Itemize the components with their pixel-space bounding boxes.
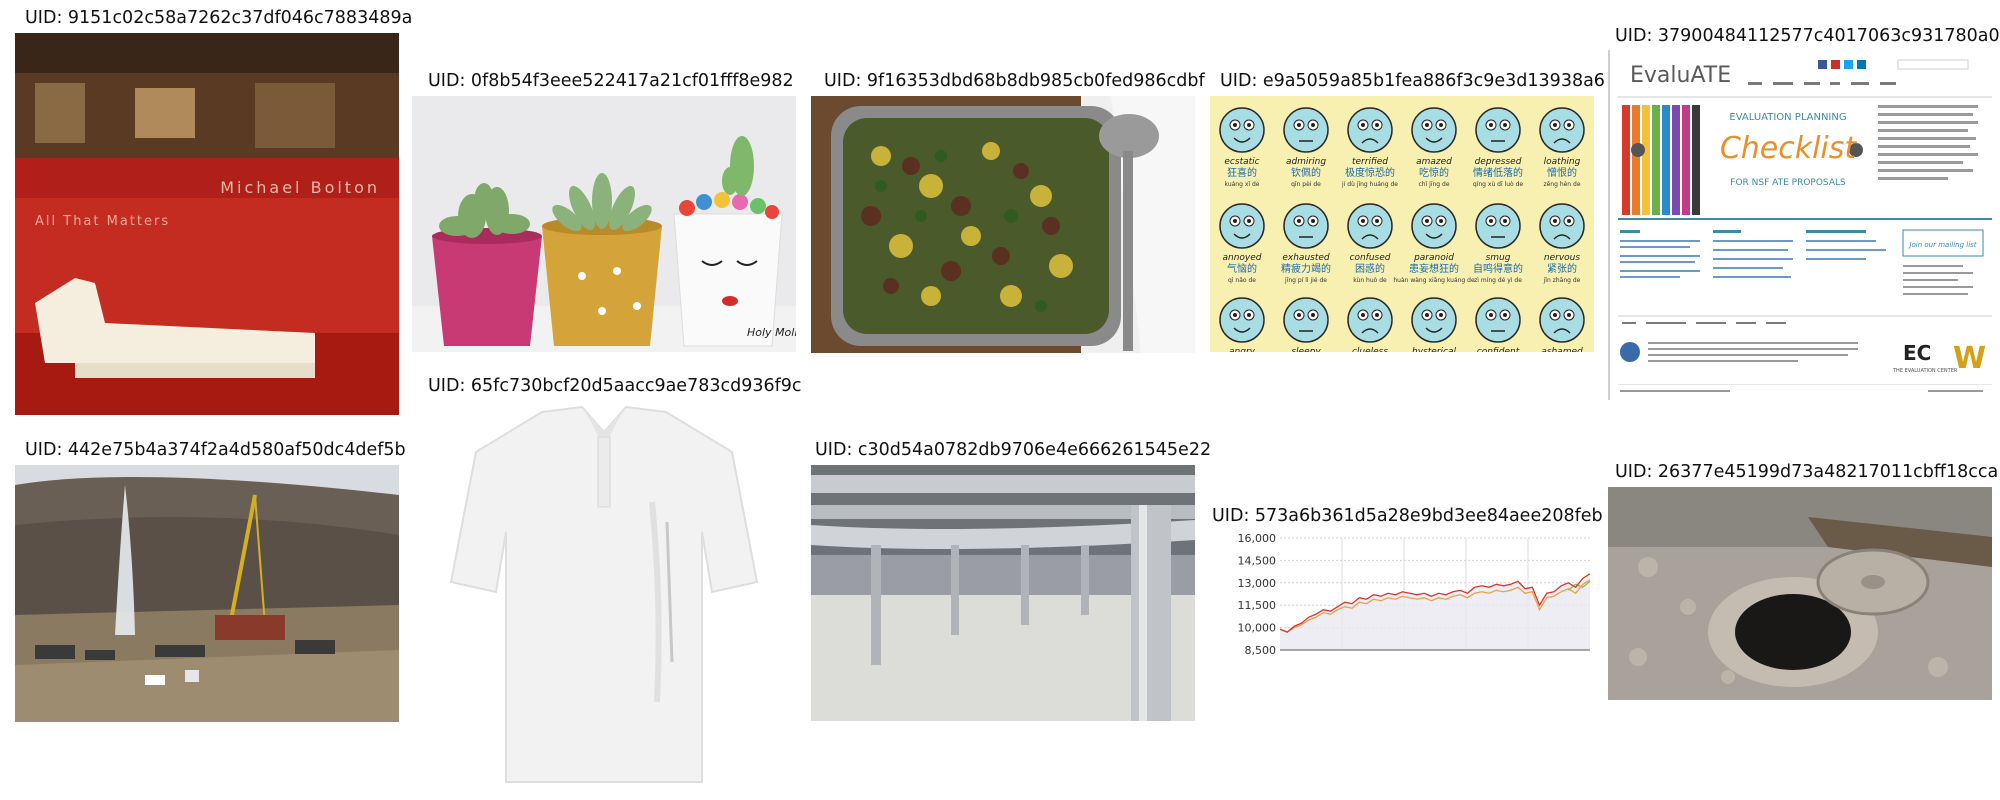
- emotion-face-clueless: [1347, 297, 1393, 343]
- tile-1-album-cover-image[interactable]: Michael Bolton All That Matters: [15, 33, 399, 415]
- emotion-label-en: terrified: [1352, 157, 1388, 167]
- emotion-label-en: loathing: [1544, 157, 1581, 167]
- emotion-face-ashamed: [1539, 297, 1585, 343]
- emotion-face-hysterical: [1411, 297, 1457, 343]
- emotion-label-en: confused: [1350, 253, 1391, 263]
- emotion-label-pinyin: zì míng dé yì de: [1474, 277, 1522, 284]
- emotion-label-zh: 气恼的: [1227, 262, 1257, 275]
- y-tick-label: 8,500: [1245, 644, 1277, 657]
- emotion-label-zh: 患妄想狂的: [1409, 262, 1459, 275]
- tile-5-website-screenshot-image[interactable]: EvaluATE EVALUATION PLANNING Checklist F…: [1608, 50, 1992, 400]
- emotion-face-confused: [1347, 203, 1393, 249]
- album-artist-text: Michael Bolton: [220, 178, 380, 197]
- emotion-label-en: admiring: [1286, 157, 1326, 167]
- emotion-label-pinyin: qíng xù dī luò de: [1473, 181, 1523, 188]
- tile-2-succulent-pots-image[interactable]: Holy Molly: [412, 96, 796, 352]
- emotion-label-zh: 紧张的: [1547, 262, 1577, 275]
- emotion-label-zh: 吃惊的: [1419, 166, 1449, 179]
- site-mailing-text: Join our mailing list: [1907, 241, 1976, 249]
- emotion-label-pinyin: qīn pèi de: [1291, 181, 1321, 188]
- tile-7-uid: UID: 65fc730bcf20d5aacc9ae783cd936f9c: [428, 376, 802, 396]
- emotion-label-en: angry: [1229, 347, 1256, 352]
- emotion-label-pinyin: kuáng xǐ de: [1225, 181, 1260, 188]
- emotion-label-zh: 狂喜的: [1227, 166, 1257, 179]
- site-heading-text: EVALUATION PLANNING: [1729, 112, 1846, 123]
- tile-6-uid: UID: 442e75b4a374f2a4d580af50dc4def5b: [25, 440, 406, 460]
- emotion-label-en: paranoid: [1413, 253, 1454, 263]
- y-tick-label: 10,000: [1238, 622, 1277, 635]
- tile-1-uid: UID: 9151c02c58a7262c37df046c7883489a: [25, 8, 413, 28]
- emotion-label-pinyin: jīng pí lì jié de: [1284, 277, 1327, 284]
- emotion-label-pinyin: qì nǎo de: [1228, 277, 1256, 284]
- emotion-label-en: ashamed: [1541, 347, 1583, 352]
- emotion-label-en: ecstatic: [1224, 157, 1259, 167]
- tile-6-drilling-site-image[interactable]: [15, 465, 399, 722]
- series-area: [1280, 573, 1590, 650]
- emotion-face-paranoid: [1411, 203, 1457, 249]
- emotion-label-pinyin: jǐn zhāng de: [1543, 277, 1581, 284]
- emotion-label-en: annoyed: [1222, 253, 1261, 263]
- y-tick-label: 14,500: [1238, 554, 1277, 567]
- tile-3-uid: UID: 9f16353dbd68b8db985cb0fed986cdbf: [824, 71, 1205, 91]
- emotion-label-en: hysterical: [1412, 347, 1456, 352]
- album-title-text: All That Matters: [35, 214, 170, 229]
- site-w-text: W: [1953, 341, 1986, 376]
- emotion-face-terrified: [1347, 107, 1393, 153]
- emotion-label-en: clueless: [1352, 347, 1388, 352]
- emotion-label-zh: 情绪低落的: [1473, 166, 1523, 179]
- site-title-text: Checklist: [1720, 131, 1858, 166]
- emotion-label-zh: 憎恨的: [1547, 166, 1577, 179]
- emotion-label-en: sleepy: [1291, 347, 1321, 352]
- emotion-label-en: amazed: [1416, 157, 1452, 167]
- tile-4-emotions-chart-image[interactable]: ecstatic 狂喜的 kuáng xǐ de admiring 钦佩的 qīn pèi…: [1210, 96, 1594, 352]
- emotion-label-en: smug: [1486, 253, 1511, 263]
- tile-5-uid: UID: 37900484112577c4017063c931780a0f: [1615, 26, 2000, 46]
- emotion-label-pinyin: zēng hèn de: [1543, 181, 1580, 188]
- emotion-face-loathing: [1539, 107, 1585, 153]
- y-tick-label: 16,000: [1238, 532, 1277, 545]
- emotion-face-depressed: [1475, 107, 1521, 153]
- emotion-face-smug: [1475, 203, 1521, 249]
- y-tick-label: 13,000: [1238, 577, 1277, 590]
- emotion-face-exhausted: [1283, 203, 1329, 249]
- emotion-label-pinyin: kùn huò de: [1353, 277, 1387, 284]
- emotion-label-en: depressed: [1475, 157, 1522, 167]
- line-chart-svg: 16,000 14,500 13,000 11,500 10,000 8,500: [1238, 532, 1591, 657]
- tile-10-uid: UID: 26377e45199d73a48217011cbff18cca: [1615, 462, 1999, 482]
- emotion-face-amazed: [1411, 107, 1457, 153]
- emotion-face-angry: [1219, 297, 1265, 343]
- emotion-face-nervous: [1539, 203, 1585, 249]
- tile-9-uid: UID: 573a6b361d5a28e9bd3ee84aee208feb: [1212, 506, 1603, 526]
- site-ec-sub-text: THE EVALUATION CENTER: [1892, 368, 1958, 374]
- pot-signature-text: Holy Molly: [747, 326, 796, 339]
- tile-7-polo-shirt-image[interactable]: [412, 402, 796, 786]
- emotion-label-en: exhausted: [1282, 253, 1330, 263]
- tile-10-manhole-image[interactable]: [1608, 487, 1992, 700]
- tile-2-uid: UID: 0f8b54f3eee522417a21cf01fff8e982: [428, 71, 794, 91]
- emotion-label-pinyin: chī jīng de: [1418, 181, 1449, 188]
- tile-8-uid: UID: c30d54a0782db9706e4e666261545e22: [815, 440, 1212, 460]
- emotion-label-zh: 自鸣得意的: [1473, 262, 1523, 275]
- tile-9-line-chart: 16,000 14,500 13,000 11,500 10,000 8,500: [1210, 528, 1594, 668]
- emotion-label-en: confident: [1477, 347, 1520, 352]
- emotion-label-en: nervous: [1544, 253, 1580, 263]
- emotion-label-zh: 钦佩的: [1291, 166, 1321, 179]
- emotion-face-annoyed: [1219, 203, 1265, 249]
- y-tick-label: 11,500: [1238, 599, 1277, 612]
- emotion-face-sleepy: [1283, 297, 1329, 343]
- site-logo-text: EvaluATE: [1630, 63, 1731, 88]
- emotion-label-pinyin: huàn wàng xiǎng kuáng de: [1393, 277, 1475, 284]
- tile-4-uid: UID: e9a5059a85b1fea886f3c9e3d13938a6: [1220, 71, 1605, 91]
- emotion-face-admiring: [1283, 107, 1329, 153]
- tile-8-industrial-basement-image[interactable]: [811, 465, 1195, 721]
- site-subtitle-text: FOR NSF ATE PROPOSALS: [1730, 178, 1846, 188]
- emotion-face-ecstatic: [1219, 107, 1265, 153]
- emotion-label-zh: 极度惊恐的: [1345, 166, 1395, 179]
- site-ec-text: EC: [1903, 341, 1931, 365]
- emotion-label-zh: 困惑的: [1355, 262, 1385, 275]
- emotion-label-zh: 精疲力竭的: [1281, 262, 1331, 275]
- emotion-face-confident: [1475, 297, 1521, 343]
- emotion-label-pinyin: jí dù jīng huáng de: [1341, 181, 1398, 188]
- tile-3-roasted-vegetables-image[interactable]: [811, 96, 1195, 353]
